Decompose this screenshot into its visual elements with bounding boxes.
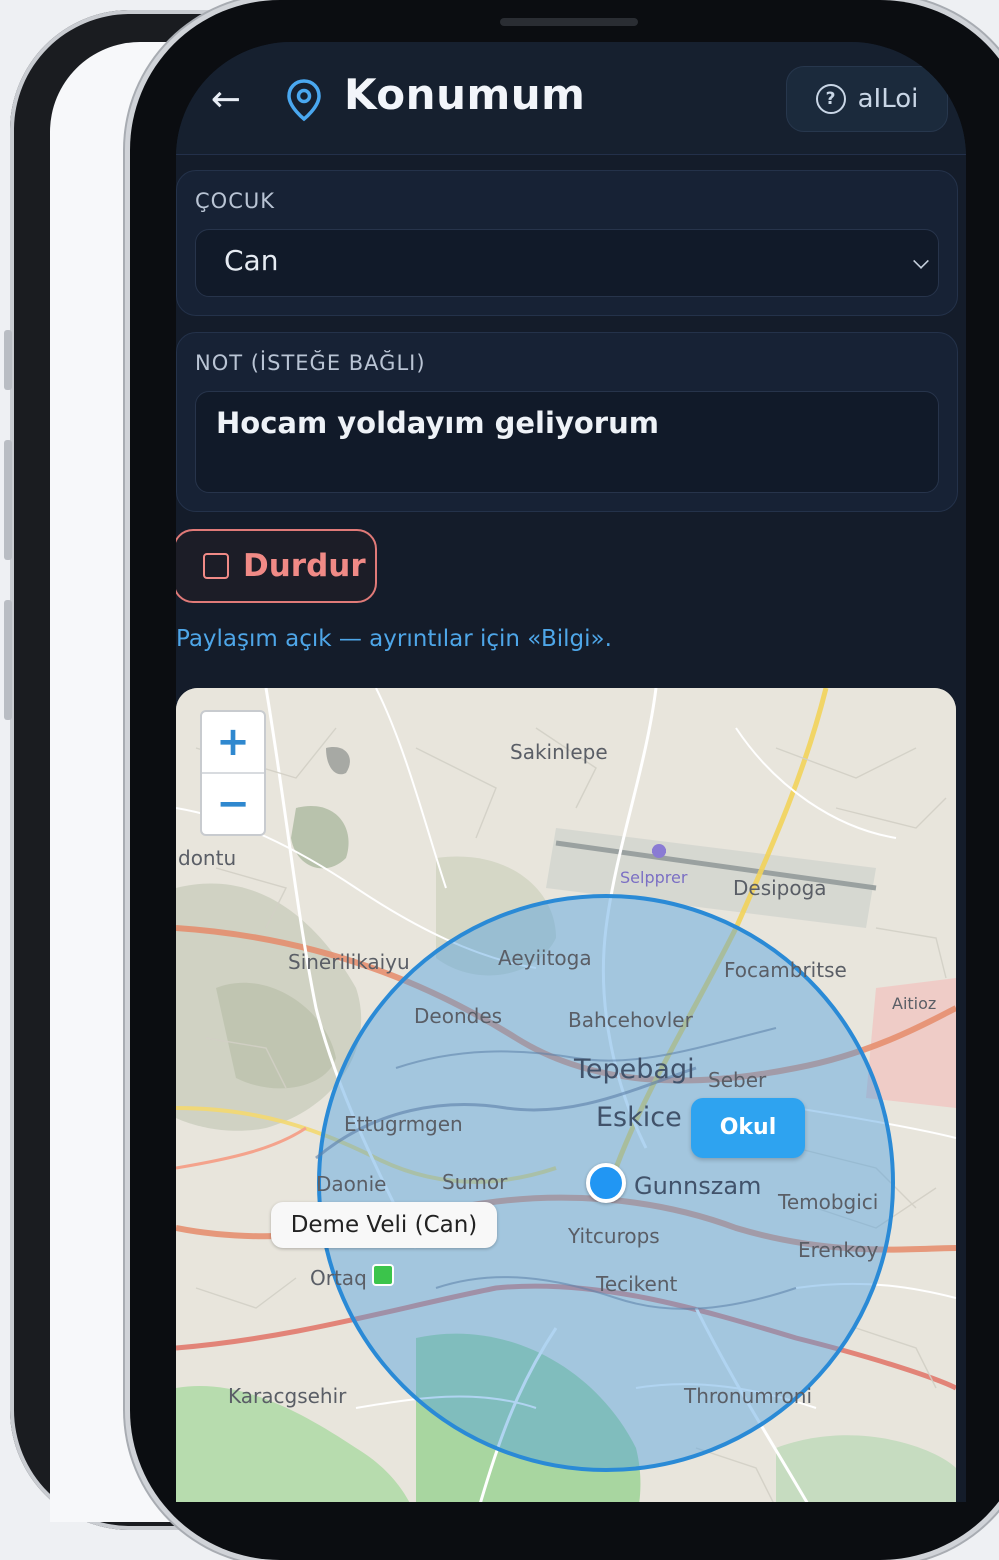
info-button[interactable]: ? aILoi: [786, 66, 948, 132]
map-place-label: Focambritse: [724, 958, 847, 982]
sharing-status-text: Paylaşım açık — ayrıntılar için «Bilgi».: [176, 626, 612, 652]
map-place-label: Sakinlepe: [510, 740, 608, 764]
map-place-label: Selpprer: [620, 868, 688, 887]
app-screen: ← Konumum ? aILoi ÇOCUK Can NOT (İSTEĞE …: [176, 42, 966, 1502]
app-header: ← Konumum ? aILoi: [176, 42, 966, 155]
phone-side-button: [4, 330, 12, 390]
parent-marker-label[interactable]: Deme Veli (Can): [271, 1202, 497, 1248]
zoom-in-button[interactable]: +: [202, 712, 264, 772]
stop-button-label: Durdur: [243, 548, 366, 584]
map-place-label: Tepebagi: [574, 1054, 695, 1085]
child-select[interactable]: Can: [195, 229, 939, 297]
my-location-marker[interactable]: [586, 1163, 626, 1203]
map-place-label: dontu: [178, 846, 237, 870]
map-place-label: Eskice: [596, 1102, 682, 1133]
note-input-value: Hocam yoldayım geliyorum: [216, 406, 659, 440]
school-marker-label[interactable]: Okul: [691, 1098, 805, 1158]
phone-side-button: [4, 600, 12, 720]
note-input[interactable]: Hocam yoldayım geliyorum: [195, 391, 939, 493]
phone-side-button: [4, 440, 12, 560]
zoom-out-button[interactable]: −: [202, 774, 264, 834]
map-place-label: Aitioz: [892, 994, 937, 1013]
map-place-label: Deondes: [414, 1004, 503, 1028]
map-place-label: Desipoga: [733, 876, 827, 900]
map-place-label: Daonie: [316, 1172, 387, 1196]
help-circle-icon: ?: [815, 84, 846, 114]
location-pin-icon: [287, 79, 321, 122]
map-place-label: Tecikent: [596, 1272, 678, 1296]
zoom-control: + −: [200, 710, 266, 836]
map-place-label: Yitcurops: [568, 1224, 660, 1248]
map-place-label: Sinerilikaiyu: [288, 950, 410, 974]
chevron-down-icon: [913, 253, 929, 269]
note-card: NOT (İSTEĞE BAĞLI) Hocam yoldayım geliyo…: [176, 332, 958, 512]
page-title: Konumum: [344, 70, 586, 119]
map-place-label: Temobgici: [778, 1190, 879, 1214]
stop-sharing-button[interactable]: Durdur: [176, 529, 377, 603]
parent-location-marker[interactable]: [372, 1264, 394, 1286]
map-place-label: Thronumroni: [684, 1384, 812, 1408]
map-place-label: Bahcehovler: [568, 1008, 693, 1032]
map-base-layer: [176, 688, 956, 1502]
map-place-label: Sumor: [442, 1170, 508, 1194]
map-place-label: Karacgsehir: [228, 1384, 347, 1408]
map-view[interactable]: Sakinlepe Desipoga Selpprer Sinerilikaiy…: [176, 688, 956, 1502]
child-select-value: Can: [224, 244, 279, 277]
info-button-label: aILoi: [857, 84, 919, 114]
back-arrow-icon[interactable]: ←: [204, 78, 248, 122]
stop-square-icon: [203, 553, 229, 579]
child-card: ÇOCUK Can: [176, 170, 958, 316]
map-place-label: Aeyiitoga: [498, 946, 592, 970]
map-place-label: Seber: [708, 1068, 767, 1092]
child-label: ÇOCUK: [195, 189, 275, 213]
note-label: NOT (İSTEĞE BAĞLI): [195, 351, 426, 375]
map-place-label: Ortaq: [310, 1266, 367, 1290]
airport-icon: [652, 844, 666, 858]
map-place-label: Erenkoy: [798, 1238, 879, 1262]
phone-speaker: [500, 18, 638, 26]
map-place-label: Ettugrmgen: [344, 1112, 463, 1136]
map-place-label: Gunnszam: [634, 1172, 762, 1200]
